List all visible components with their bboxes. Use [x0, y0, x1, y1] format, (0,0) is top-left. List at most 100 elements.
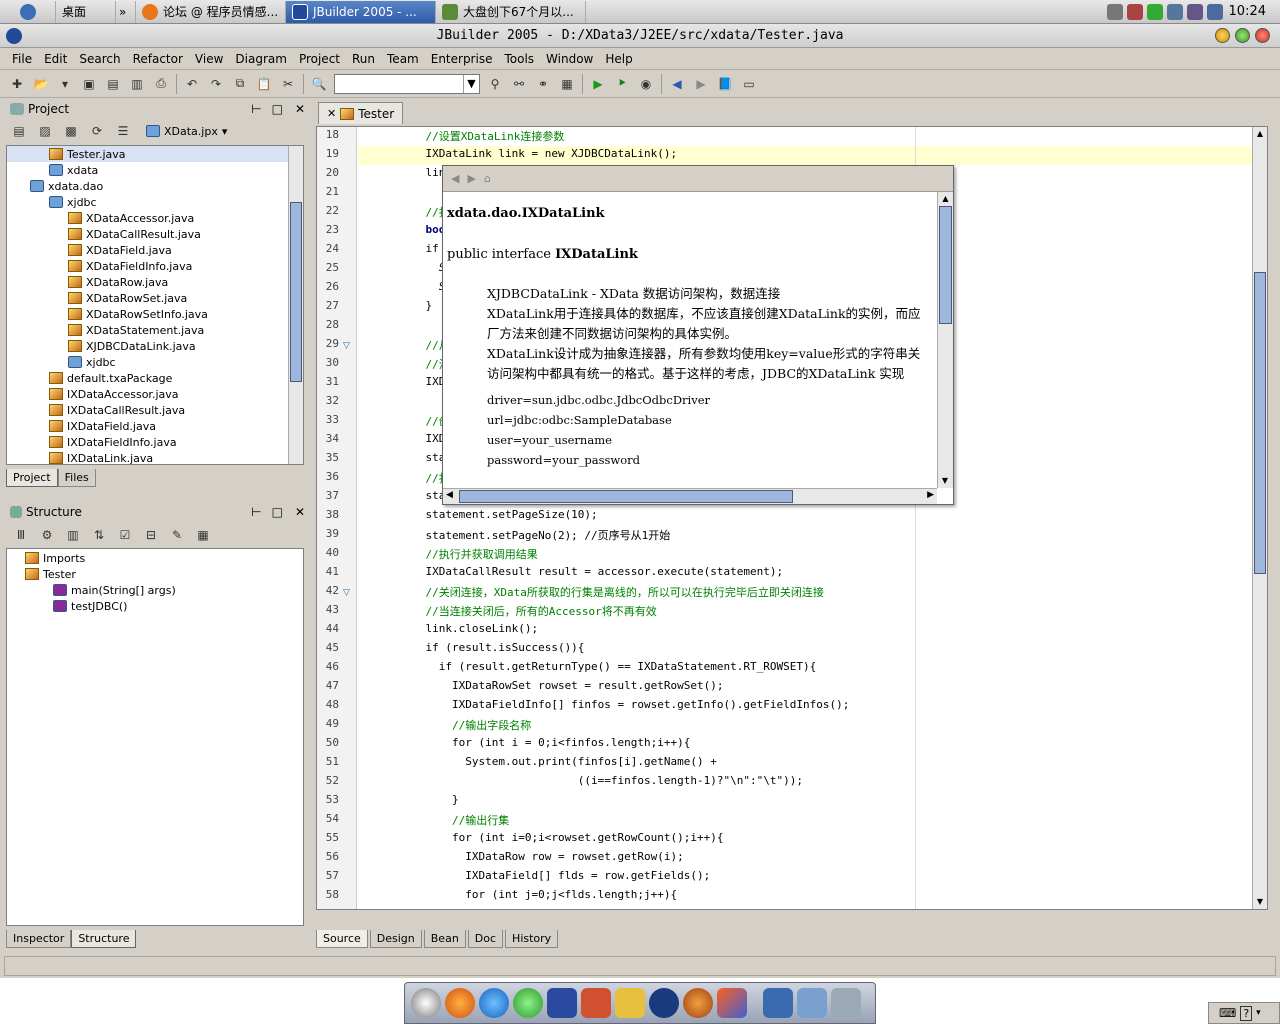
project-tree-scrollbar[interactable] — [288, 146, 303, 464]
find-classes-icon[interactable]: ⚯ — [510, 75, 528, 93]
tab-project[interactable]: Project — [6, 469, 58, 487]
keyboard-icon[interactable]: ⌨ — [1219, 1006, 1236, 1020]
task-jbuilder[interactable]: JBuilder 2005 - ... — [286, 0, 436, 23]
reopen-icon[interactable]: ▾ — [56, 75, 74, 93]
tray-volume-icon[interactable] — [1206, 3, 1223, 20]
code-line[interactable]: //输出行集 — [399, 812, 509, 828]
structure-tree[interactable]: Imports Tester main(String[] args) testJDBC… — [6, 548, 304, 926]
open-icon[interactable]: 📂 — [32, 75, 50, 93]
new-file-icon[interactable]: ✚ — [8, 75, 26, 93]
firefox-icon[interactable] — [445, 988, 475, 1018]
debug-icon[interactable]: ⯈ — [613, 75, 631, 93]
menu-enterprise[interactable]: Enterprise — [425, 52, 499, 66]
tab-doc[interactable]: Doc — [467, 930, 504, 948]
print-icon[interactable]: ⎙ — [152, 75, 170, 93]
code-line[interactable]: link.closeLink(); — [399, 622, 538, 635]
code-line[interactable]: for (int i = 0;i<finfos.length;i++){ — [399, 736, 690, 749]
scroll-thumb[interactable] — [939, 206, 952, 324]
copy-icon[interactable]: ⧉ — [231, 75, 249, 93]
close-button[interactable] — [1255, 28, 1270, 43]
tree-item[interactable]: xdata — [7, 162, 289, 178]
minimize-button[interactable] — [1215, 28, 1230, 43]
panel-restore-icon[interactable]: □ — [269, 102, 286, 116]
window-list-icon[interactable]: ▭ — [740, 75, 758, 93]
trash-icon[interactable] — [831, 988, 861, 1018]
code-line[interactable]: IXDataRow row = rowset.getRow(i); — [399, 850, 684, 863]
tab-source[interactable]: Source — [316, 930, 368, 948]
code-line[interactable]: //设置XDataLink连接参数 — [399, 128, 564, 144]
panel-close-icon[interactable]: ✕ — [290, 102, 310, 116]
tray-users-icon[interactable] — [1186, 3, 1203, 20]
tree-item[interactable]: XDataFieldInfo.java — [7, 258, 289, 274]
panel-close-icon[interactable]: ✕ — [290, 505, 310, 519]
powerpoint-icon[interactable] — [581, 988, 611, 1018]
scroll-up-arrow-icon[interactable]: ▲ — [1253, 127, 1267, 141]
word-icon[interactable] — [547, 988, 577, 1018]
menu-diagram[interactable]: Diagram — [229, 52, 293, 66]
close-project-icon[interactable]: ▩ — [62, 122, 80, 140]
tree-item[interactable]: IXDataCallResult.java — [7, 402, 289, 418]
tree-item[interactable]: XDataField.java — [7, 242, 289, 258]
tree-item[interactable]: xjdbc — [7, 194, 289, 210]
tree-item[interactable]: XDataRow.java — [7, 274, 289, 290]
tab-inspector[interactable]: Inspector — [6, 930, 72, 948]
code-line[interactable]: statement.setPageNo(2); //页序号从1开始 — [399, 527, 670, 543]
helmet-icon[interactable] — [683, 988, 713, 1018]
chevron-down-icon[interactable]: ▼ — [463, 74, 479, 93]
tree-item[interactable]: IXDataFieldInfo.java — [7, 434, 289, 450]
help-icon[interactable]: ? — [1240, 1005, 1253, 1021]
popup-horizontal-scrollbar[interactable]: ◀ ▶ — [443, 488, 937, 504]
back-arrow-icon[interactable]: ◀ — [451, 172, 459, 185]
close-file-icon[interactable]: ▣ — [80, 75, 98, 93]
tray-display-icon[interactable] — [1166, 3, 1183, 20]
menu-project[interactable]: Project — [293, 52, 346, 66]
close-tab-icon[interactable]: ✕ — [327, 107, 336, 120]
home-icon[interactable]: ⌂ — [484, 172, 491, 185]
tree-item[interactable]: XDataCallResult.java — [7, 226, 289, 242]
tray-arrows-icon[interactable] — [1106, 3, 1123, 20]
structure-item[interactable]: main(String[] args) — [7, 582, 297, 598]
editor-vertical-scrollbar[interactable]: ▲ ▼ — [1252, 127, 1267, 909]
tree-item[interactable]: IXDataField.java — [7, 418, 289, 434]
media-player-icon[interactable] — [513, 988, 543, 1018]
code-line[interactable]: } — [399, 793, 459, 806]
code-line[interactable]: IXDataRowSet rowset = result.getRowSet()… — [399, 679, 724, 692]
code-line[interactable]: for (int i=0;i<rowset.getRowCount();i++)… — [399, 831, 724, 844]
save-icon[interactable]: ▤ — [104, 75, 122, 93]
group-icon[interactable]: ▥ — [64, 526, 82, 544]
panel-restore-icon[interactable]: □ — [269, 505, 286, 519]
code-line[interactable]: IXDataFieldInfo[] finfos = rowset.getInf… — [399, 698, 849, 711]
menu-run[interactable]: Run — [346, 52, 381, 66]
menu-window[interactable]: Window — [540, 52, 599, 66]
code-line[interactable]: if (result.getReturnType() == IXDataStat… — [399, 660, 817, 673]
scroll-up-arrow-icon[interactable]: ▲ — [938, 192, 953, 206]
menu-edit[interactable]: Edit — [38, 52, 73, 66]
tree-item[interactable]: XDataAccessor.java — [7, 210, 289, 226]
tree-options-icon[interactable]: ▦ — [194, 526, 212, 544]
code-line[interactable]: IXDataLink link = new XJDBCDataLink(); — [399, 147, 677, 160]
tree-item[interactable]: default.txaPackage — [7, 370, 289, 386]
tree-item[interactable]: XJDBCDataLink.java — [7, 338, 289, 354]
panel-pin-icon[interactable]: ⊢ — [248, 102, 264, 116]
scroll-left-arrow-icon[interactable]: ◀ — [446, 490, 453, 500]
chevron-down-icon[interactable]: ▾ — [1256, 1008, 1261, 1018]
scroll-thumb[interactable] — [290, 202, 302, 382]
structure-item[interactable]: Imports — [7, 550, 297, 566]
scroll-right-arrow-icon[interactable]: ▶ — [927, 490, 934, 500]
project-properties-icon[interactable]: ☰ — [114, 122, 132, 140]
task-forum-browser[interactable]: 论坛 @ 程序员情感... — [136, 0, 286, 23]
filter-icon[interactable]: ⚙ — [38, 526, 56, 544]
find-icon[interactable]: 🔍 — [310, 75, 328, 93]
redo-icon[interactable]: ↷ — [207, 75, 225, 93]
os-menu-button[interactable] — [0, 0, 56, 23]
tab-design[interactable]: Design — [369, 930, 422, 948]
fold-marker-icon[interactable]: ▽ — [343, 588, 350, 598]
folders-icon[interactable] — [797, 988, 827, 1018]
menu-view[interactable]: View — [189, 52, 229, 66]
clock-app-icon[interactable] — [411, 988, 441, 1018]
tree-item[interactable]: XDataStatement.java — [7, 322, 289, 338]
make-icon[interactable]: ▦ — [558, 75, 576, 93]
back-arrow-icon[interactable]: ◀ — [668, 75, 686, 93]
menu-tools[interactable]: Tools — [498, 52, 540, 66]
menu-search[interactable]: Search — [73, 52, 126, 66]
